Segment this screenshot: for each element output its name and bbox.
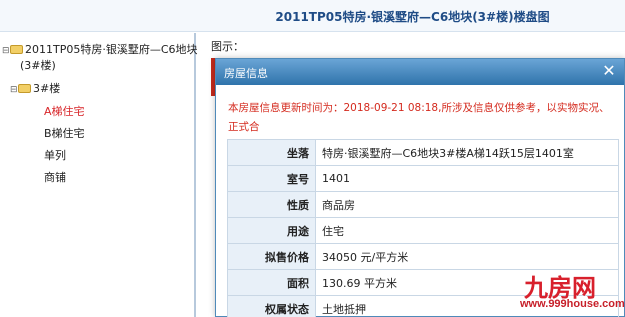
tree-item-shops[interactable]: 商铺 [44, 169, 66, 185]
top-bar: 2011TP05特房·银溪墅府—C6地块(3#楼)楼盘图 [0, 0, 625, 32]
watermark-url: www.999house.com [520, 298, 625, 310]
tree-building-label: 3#楼 [33, 82, 61, 95]
dialog-title: 房屋信息 [224, 67, 268, 80]
field-value: 34050 元/平方米 [315, 243, 619, 270]
table-row: 室号 1401 [227, 165, 619, 192]
close-icon[interactable]: ✕ [600, 62, 618, 80]
field-label: 性质 [227, 191, 316, 218]
table-row: 拟售价格 34050 元/平方米 [227, 243, 619, 270]
folder-open-icon [10, 45, 23, 54]
building-tree: ⊟ 2011TP05特房·银溪墅府—C6地块 (3#楼) ⊟ 3#楼 A梯住宅 B梯… [0, 33, 198, 317]
page-title: 2011TP05特房·银溪墅府—C6地块(3#楼)楼盘图 [275, 10, 550, 24]
field-label: 用途 [227, 217, 316, 244]
tree-root-node[interactable]: ⊟ 2011TP05特房·银溪墅府—C6地块 [2, 41, 198, 57]
field-label: 室号 [227, 165, 316, 192]
tree-item-a-residential[interactable]: A梯住宅 [44, 103, 85, 119]
field-label: 面积 [227, 269, 316, 296]
collapse-icon[interactable]: ⊟ [10, 85, 18, 95]
tree-item-single[interactable]: 单列 [44, 147, 66, 163]
field-label: 坐落 [227, 139, 316, 166]
field-label: 拟售价格 [227, 243, 316, 270]
tree-building-node[interactable]: ⊟ 3#楼 [10, 80, 60, 96]
field-value: 特房·银溪墅府—C6地块3#楼A梯14跃15层1401室 [315, 139, 619, 166]
folder-open-icon [18, 84, 31, 93]
table-row: 用途 住宅 [227, 217, 619, 244]
table-row: 坐落 特房·银溪墅府—C6地块3#楼A梯14跃15层1401室 [227, 139, 619, 166]
tree-root-label-continued: (3#楼) [20, 59, 56, 72]
field-value: 住宅 [315, 217, 619, 244]
field-label: 权属状态 [227, 295, 316, 317]
site-watermark: 九房网 www.999house.com [516, 268, 625, 316]
field-value: 1401 [315, 165, 619, 192]
collapse-icon[interactable]: ⊟ [2, 46, 10, 56]
dialog-header[interactable]: 房屋信息 ✕ [216, 59, 624, 85]
update-notice-line: 本房屋信息更新时间为：2018-09-21 08:18,所涉及信息仅供参考，以实… [228, 102, 610, 133]
table-row: 性质 商品房 [227, 191, 619, 218]
tree-item-b-residential[interactable]: B梯住宅 [44, 125, 85, 141]
field-value: 商品房 [315, 191, 619, 218]
legend-label: 图示： [211, 40, 244, 53]
tree-root-label: 2011TP05特房·银溪墅府—C6地块 [25, 43, 198, 56]
